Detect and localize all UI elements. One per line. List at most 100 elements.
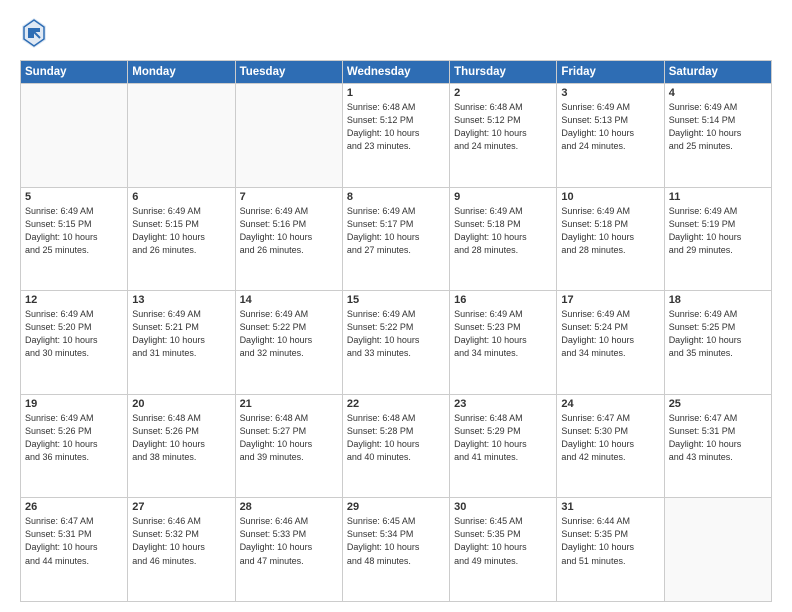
day-number: 14 [240, 294, 338, 306]
calendar-cell: 26 Sunrise: 6:47 AMSunset: 5:31 PMDayligh… [21, 498, 128, 602]
calendar-cell: 15 Sunrise: 6:49 AMSunset: 5:22 PMDayligh… [342, 291, 449, 395]
week-row-3: 12 Sunrise: 6:49 AMSunset: 5:20 PMDayligh… [21, 291, 772, 395]
day-number: 20 [132, 398, 230, 410]
calendar-cell [235, 84, 342, 188]
calendar-cell: 22Sunrise: 6:48 AMSunset: 5:28 PMDayligh… [342, 394, 449, 498]
day-number: 1 [347, 87, 445, 99]
day-info: Sunrise: 6:49 AMSunset: 5:20 PMDaylight:… [25, 308, 123, 360]
day-number: 31 [561, 501, 659, 513]
day-info: Sunrise: 6:49 AMSunset: 5:14 PMDaylight:… [669, 101, 767, 153]
day-info: Sunrise: 6:48 AMSunset: 5:12 PMDaylight:… [454, 101, 552, 153]
calendar-cell: 13Sunrise: 6:49 AMSunset: 5:21 PMDayligh… [128, 291, 235, 395]
day-number: 19 [25, 398, 123, 410]
day-info: Sunrise: 6:49 AMSunset: 5:22 PMDaylight:… [347, 308, 445, 360]
calendar-cell: 18 Sunrise: 6:49 AMSunset: 5:25 PMDayligh… [664, 291, 771, 395]
day-number: 15 [347, 294, 445, 306]
weekday-header-wednesday: Wednesday [342, 61, 449, 84]
weekday-header-sunday: Sunday [21, 61, 128, 84]
weekday-header-friday: Friday [557, 61, 664, 84]
day-info: Sunrise: 6:48 AMSunset: 5:12 PMDaylight:… [347, 101, 445, 153]
day-number: 23 [454, 398, 552, 410]
calendar-cell: 6 Sunrise: 6:49 AMSunset: 5:15 PMDaylight… [128, 187, 235, 291]
weekday-header-tuesday: Tuesday [235, 61, 342, 84]
calendar-cell: 27 Sunrise: 6:46 AMSunset: 5:32 PMDayligh… [128, 498, 235, 602]
day-info: Sunrise: 6:49 AMSunset: 5:18 PMDaylight:… [561, 205, 659, 257]
weekday-header-thursday: Thursday [450, 61, 557, 84]
day-info: Sunrise: 6:49 AMSunset: 5:16 PMDaylight:… [240, 205, 338, 257]
calendar-cell [21, 84, 128, 188]
day-info: Sunrise: 6:49 AMSunset: 5:15 PMDaylight:… [25, 205, 123, 257]
day-number: 12 [25, 294, 123, 306]
calendar-cell: 30 Sunrise: 6:45 AMSunset: 5:35 PMDayligh… [450, 498, 557, 602]
calendar-cell: 16 Sunrise: 6:49 AMSunset: 5:23 PMDayligh… [450, 291, 557, 395]
day-info: Sunrise: 6:45 AMSunset: 5:35 PMDaylight:… [454, 515, 552, 567]
day-number: 25 [669, 398, 767, 410]
calendar-cell: 7 Sunrise: 6:49 AMSunset: 5:16 PMDaylight… [235, 187, 342, 291]
day-number: 27 [132, 501, 230, 513]
day-number: 18 [669, 294, 767, 306]
day-number: 6 [132, 191, 230, 203]
day-info: Sunrise: 6:48 AMSunset: 5:27 PMDaylight:… [240, 412, 338, 464]
day-info: Sunrise: 6:46 AMSunset: 5:33 PMDaylight:… [240, 515, 338, 567]
calendar-cell: 24 Sunrise: 6:47 AMSunset: 5:30 PMDayligh… [557, 394, 664, 498]
day-info: Sunrise: 6:49 AMSunset: 5:15 PMDaylight:… [132, 205, 230, 257]
day-number: 7 [240, 191, 338, 203]
day-info: Sunrise: 6:49 AMSunset: 5:25 PMDaylight:… [669, 308, 767, 360]
day-number: 17 [561, 294, 659, 306]
day-number: 30 [454, 501, 552, 513]
day-info: Sunrise: 6:49 AMSunset: 5:19 PMDaylight:… [669, 205, 767, 257]
week-row-4: 19 Sunrise: 6:49 AMSunset: 5:26 PMDayligh… [21, 394, 772, 498]
day-info: Sunrise: 6:44 AMSunset: 5:35 PMDaylight:… [561, 515, 659, 567]
calendar-cell: 9 Sunrise: 6:49 AMSunset: 5:18 PMDaylight… [450, 187, 557, 291]
calendar-cell: 21Sunrise: 6:48 AMSunset: 5:27 PMDayligh… [235, 394, 342, 498]
calendar-cell: 4 Sunrise: 6:49 AMSunset: 5:14 PMDaylight… [664, 84, 771, 188]
calendar-cell: 19 Sunrise: 6:49 AMSunset: 5:26 PMDayligh… [21, 394, 128, 498]
weekday-header-monday: Monday [128, 61, 235, 84]
calendar-cell: 20Sunrise: 6:48 AMSunset: 5:26 PMDayligh… [128, 394, 235, 498]
calendar-cell: 17 Sunrise: 6:49 AMSunset: 5:24 PMDayligh… [557, 291, 664, 395]
day-number: 26 [25, 501, 123, 513]
calendar-cell: 12 Sunrise: 6:49 AMSunset: 5:20 PMDayligh… [21, 291, 128, 395]
day-number: 16 [454, 294, 552, 306]
calendar-cell: 1 Sunrise: 6:48 AMSunset: 5:12 PMDaylight… [342, 84, 449, 188]
day-number: 4 [669, 87, 767, 99]
day-info: Sunrise: 6:46 AMSunset: 5:32 PMDaylight:… [132, 515, 230, 567]
day-info: Sunrise: 6:49 AMSunset: 5:23 PMDaylight:… [454, 308, 552, 360]
calendar-cell: 11 Sunrise: 6:49 AMSunset: 5:19 PMDayligh… [664, 187, 771, 291]
day-info: Sunrise: 6:49 AMSunset: 5:26 PMDaylight:… [25, 412, 123, 464]
day-number: 11 [669, 191, 767, 203]
day-info: Sunrise: 6:47 AMSunset: 5:31 PMDaylight:… [25, 515, 123, 567]
day-info: Sunrise: 6:47 AMSunset: 5:31 PMDaylight:… [669, 412, 767, 464]
weekday-header-row: SundayMondayTuesdayWednesdayThursdayFrid… [21, 61, 772, 84]
calendar-cell: 31 Sunrise: 6:44 AMSunset: 5:35 PMDayligh… [557, 498, 664, 602]
day-info: Sunrise: 6:47 AMSunset: 5:30 PMDaylight:… [561, 412, 659, 464]
calendar-cell: 5 Sunrise: 6:49 AMSunset: 5:15 PMDaylight… [21, 187, 128, 291]
page: SundayMondayTuesdayWednesdayThursdayFrid… [0, 0, 792, 612]
day-info: Sunrise: 6:49 AMSunset: 5:13 PMDaylight:… [561, 101, 659, 153]
day-info: Sunrise: 6:45 AMSunset: 5:34 PMDaylight:… [347, 515, 445, 567]
day-info: Sunrise: 6:49 AMSunset: 5:24 PMDaylight:… [561, 308, 659, 360]
day-info: Sunrise: 6:49 AMSunset: 5:18 PMDaylight:… [454, 205, 552, 257]
day-info: Sunrise: 6:48 AMSunset: 5:29 PMDaylight:… [454, 412, 552, 464]
logo [20, 16, 52, 50]
day-info: Sunrise: 6:49 AMSunset: 5:17 PMDaylight:… [347, 205, 445, 257]
weekday-header-saturday: Saturday [664, 61, 771, 84]
day-info: Sunrise: 6:49 AMSunset: 5:21 PMDaylight:… [132, 308, 230, 360]
calendar-cell: 2 Sunrise: 6:48 AMSunset: 5:12 PMDaylight… [450, 84, 557, 188]
day-info: Sunrise: 6:49 AMSunset: 5:22 PMDaylight:… [240, 308, 338, 360]
day-number: 2 [454, 87, 552, 99]
day-number: 29 [347, 501, 445, 513]
day-info: Sunrise: 6:48 AMSunset: 5:28 PMDaylight:… [347, 412, 445, 464]
day-number: 24 [561, 398, 659, 410]
calendar-cell: 25 Sunrise: 6:47 AMSunset: 5:31 PMDayligh… [664, 394, 771, 498]
day-number: 5 [25, 191, 123, 203]
calendar-cell: 3Sunrise: 6:49 AMSunset: 5:13 PMDaylight… [557, 84, 664, 188]
calendar-cell: 8 Sunrise: 6:49 AMSunset: 5:17 PMDaylight… [342, 187, 449, 291]
calendar-cell: 23 Sunrise: 6:48 AMSunset: 5:29 PMDayligh… [450, 394, 557, 498]
day-number: 8 [347, 191, 445, 203]
logo-icon [20, 16, 48, 50]
calendar-cell [128, 84, 235, 188]
day-number: 9 [454, 191, 552, 203]
day-number: 10 [561, 191, 659, 203]
calendar-cell [664, 498, 771, 602]
